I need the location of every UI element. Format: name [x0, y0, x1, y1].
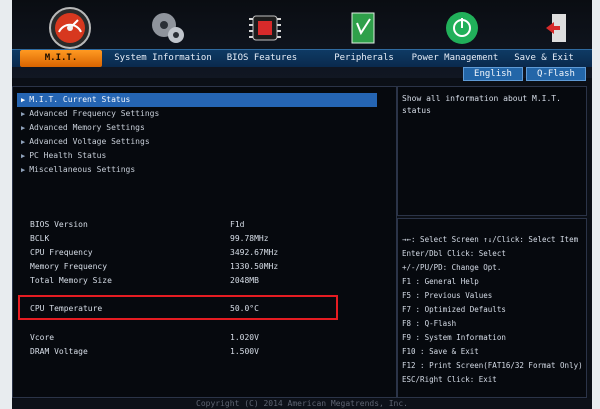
info-row-dram-voltage: DRAM Voltage 1.500V	[30, 345, 370, 359]
key-help-line: Enter/Dbl Click: Select	[402, 249, 506, 258]
info-label: CPU Frequency	[30, 248, 93, 257]
key-help-line: F1 : General Help	[402, 277, 479, 286]
key-help-line: F9 : System Information	[402, 333, 506, 342]
menu-item-label: PC Health Status	[29, 151, 107, 160]
tab-peripherals[interactable]: Peripherals	[319, 50, 409, 67]
footer-copyright: Copyright (C) 2014 American Megatrends, …	[12, 399, 592, 409]
info-label: Memory Frequency	[30, 262, 108, 271]
right-edge	[592, 0, 600, 409]
qflash-button[interactable]: Q-Flash	[526, 67, 586, 81]
menu-item-advanced-frequency[interactable]: ▶ Advanced Frequency Settings	[17, 107, 377, 121]
info-row-bios-version: BIOS Version F1d	[30, 218, 370, 232]
menu-item-advanced-voltage[interactable]: ▶ Advanced Voltage Settings	[17, 135, 377, 149]
menu-item-label: Advanced Memory Settings	[29, 123, 145, 132]
key-help-line: F10 : Save & Exit	[402, 347, 479, 356]
menu-item-pc-health[interactable]: ▶ PC Health Status	[17, 149, 377, 163]
tab-bios-features[interactable]: BIOS Features	[217, 50, 307, 67]
menu-item-label: Advanced Frequency Settings	[29, 109, 160, 118]
info-row-bclk: BCLK 99.78MHz	[30, 232, 370, 246]
menu-item-mit-current-status[interactable]: ▶ M.I.T. Current Status	[17, 93, 377, 107]
info-label: Total Memory Size	[30, 276, 112, 285]
info-value: 3492.67MHz	[230, 248, 279, 257]
english-button[interactable]: English	[463, 67, 523, 81]
arrow-right-icon: ▶	[21, 152, 26, 160]
menu-item-label: Miscellaneous Settings	[29, 165, 136, 174]
key-help-line: F5 : Previous Values	[402, 291, 493, 300]
info-label: BCLK	[30, 234, 50, 243]
menu-list: ▶ M.I.T. Current Status ▶ Advanced Frequ…	[17, 93, 385, 177]
info-row-memory-frequency: Memory Frequency 1330.50MHz	[30, 260, 370, 274]
gear-icon[interactable]	[120, 4, 216, 52]
key-help-line: F8 : Q-Flash	[402, 319, 457, 328]
arrow-right-icon: ▶	[21, 138, 26, 146]
system-info-top: BIOS Version F1d BCLK 99.78MHz CPU Frequ…	[30, 218, 370, 288]
menu-item-label: Advanced Voltage Settings	[29, 137, 150, 146]
chip-icon[interactable]	[217, 4, 313, 52]
key-help-line: F7 : Optimized Defaults	[402, 305, 506, 314]
key-help-line: →←: Select Screen ↑↓/Click: Select Item	[402, 235, 579, 244]
key-help-line: F12 : Print Screen(FAT16/32 Format Only)	[402, 361, 583, 370]
help-text: Show all information about M.I.T. status	[402, 94, 561, 115]
arrow-right-icon: ▶	[21, 166, 26, 174]
tab-mit[interactable]: M.I.T.	[20, 50, 102, 67]
speedometer-icon[interactable]	[22, 4, 118, 52]
menu-item-advanced-memory[interactable]: ▶ Advanced Memory Settings	[17, 121, 377, 135]
info-value: 1.500V	[230, 347, 259, 356]
info-value: 1.020V	[230, 333, 259, 342]
info-value: 1330.50MHz	[230, 262, 279, 271]
arrow-right-icon: ▶	[21, 96, 26, 104]
arrow-right-icon: ▶	[21, 124, 26, 132]
tab-icons-row	[12, 4, 592, 52]
info-value: 2048MB	[230, 276, 259, 285]
arrow-right-icon: ▶	[21, 110, 26, 118]
document-icon[interactable]	[315, 4, 411, 52]
menu-item-misc-settings[interactable]: ▶ Miscellaneous Settings	[17, 163, 377, 177]
exit-icon[interactable]	[510, 4, 600, 52]
tab-save-exit[interactable]: Save & Exit	[509, 50, 579, 67]
tab-system-information[interactable]: System Information	[108, 50, 218, 67]
info-label: BIOS Version	[30, 220, 88, 229]
highlight-box	[18, 295, 338, 320]
info-row-cpu-frequency: CPU Frequency 3492.67MHz	[30, 246, 370, 260]
tab-bar: M.I.T. System Information BIOS Features …	[12, 49, 592, 67]
power-icon[interactable]	[414, 4, 510, 52]
menu-item-label: M.I.T. Current Status	[29, 95, 131, 104]
info-value: F1d	[230, 220, 245, 229]
system-info-bottom: Vcore 1.020V DRAM Voltage 1.500V	[30, 331, 370, 359]
keys-help-list: →←: Select Screen ↑↓/Click: Select Item …	[402, 233, 584, 387]
info-label: Vcore	[30, 333, 55, 342]
left-edge	[0, 0, 12, 409]
key-help-line: ESC/Right Click: Exit	[402, 375, 497, 384]
info-row-vcore: Vcore 1.020V	[30, 331, 370, 345]
key-help-line: +/-/PU/PD: Change Opt.	[402, 263, 502, 272]
info-label: DRAM Voltage	[30, 347, 88, 356]
info-row-total-memory: Total Memory Size 2048MB	[30, 274, 370, 288]
info-value: 99.78MHz	[230, 234, 269, 243]
tab-power-management[interactable]: Power Management	[405, 50, 505, 67]
